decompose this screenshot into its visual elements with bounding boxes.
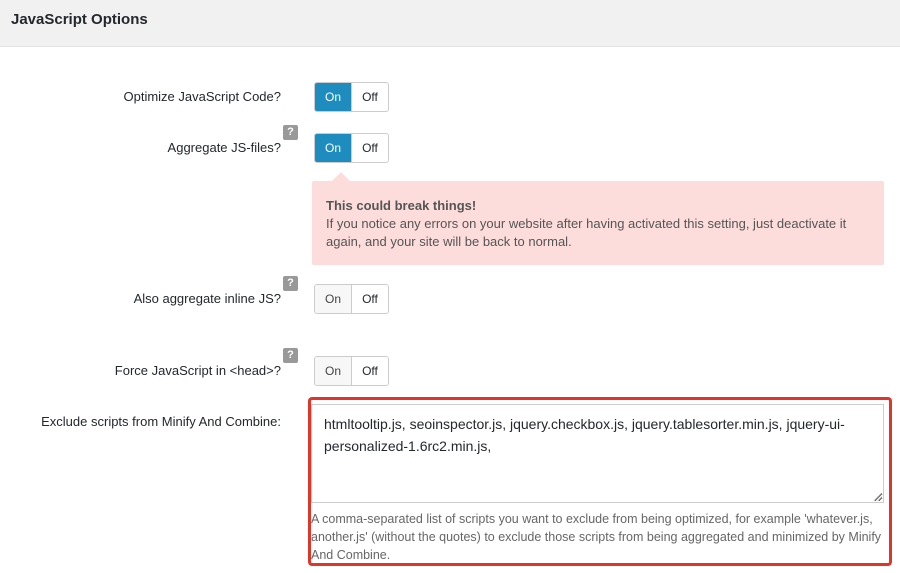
optimize-js-label: Optimize JavaScript Code? (123, 89, 281, 104)
aggregate-js-label: Aggregate JS-files? (167, 140, 281, 155)
inline-js-toggle[interactable]: On Off (314, 284, 389, 314)
inline-js-on-button[interactable]: On (315, 285, 351, 313)
force-head-toggle[interactable]: On Off (314, 356, 389, 386)
optimize-js-toggle[interactable]: On Off (314, 82, 389, 112)
inline-help-icon[interactable]: ? (283, 276, 298, 291)
warning-box: This could break things! If you notice a… (312, 181, 884, 265)
aggregate-help-icon[interactable]: ? (283, 125, 298, 140)
force-head-on-button[interactable]: On (315, 357, 351, 385)
panel-header: JavaScript Options (0, 0, 900, 47)
force-head-help-icon[interactable]: ? (283, 348, 298, 363)
exclude-description: A comma-separated list of scripts you wa… (311, 512, 882, 562)
aggregate-js-on-button[interactable]: On (315, 134, 351, 162)
resize-grip-icon[interactable] (874, 493, 882, 501)
exclude-scripts-label: Exclude scripts from Minify And Combine: (41, 414, 281, 429)
optimize-js-off-button[interactable]: Off (351, 83, 388, 111)
aggregate-js-off-button[interactable]: Off (351, 134, 388, 162)
panel-title: JavaScript Options (11, 11, 148, 28)
aggregate-js-toggle[interactable]: On Off (314, 133, 389, 163)
inline-js-off-button[interactable]: Off (351, 285, 388, 313)
warning-title: This could break things! (326, 198, 477, 213)
optimize-js-on-button[interactable]: On (315, 83, 351, 111)
warning-pointer (332, 172, 350, 181)
force-head-label: Force JavaScript in <head>? (114, 363, 281, 378)
exclude-scripts-textarea[interactable]: htmltooltip.js, seoinspector.js, jquery.… (311, 404, 884, 503)
warning-text: If you notice any errors on your website… (326, 216, 847, 249)
inline-js-label: Also aggregate inline JS? (133, 291, 281, 306)
force-head-off-button[interactable]: Off (351, 357, 388, 385)
